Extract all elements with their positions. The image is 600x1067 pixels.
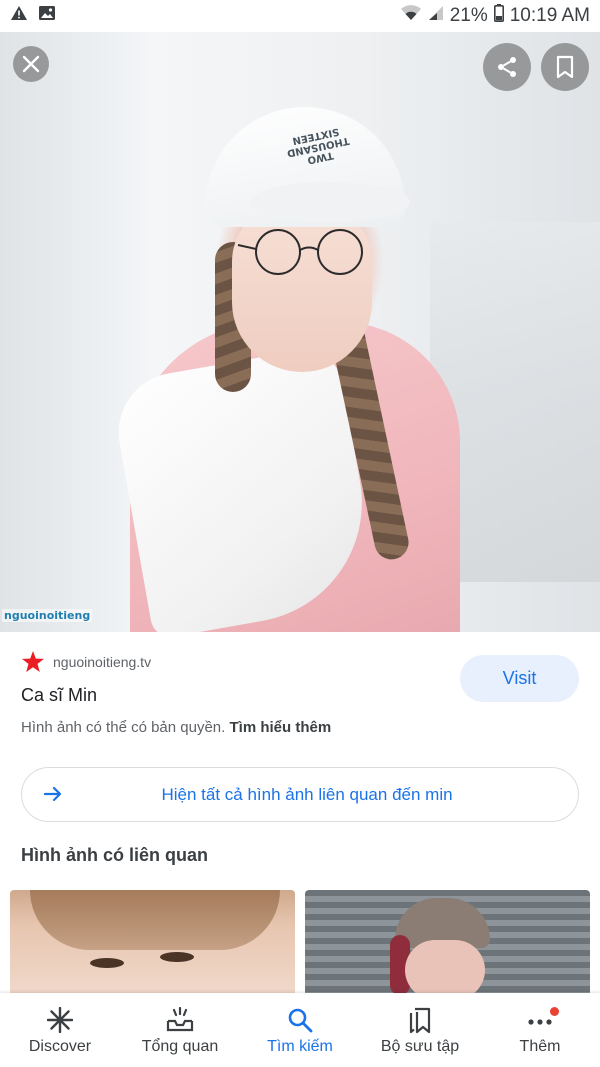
image-notification-icon [38,5,56,27]
glasses [237,229,363,275]
learn-more-link[interactable]: Tìm hiểu thêm [230,719,332,736]
nav-label: Tổng quan [141,1038,219,1055]
status-bar: 21% 10:19 AM [0,0,600,32]
nav-label: Discover [28,1038,92,1055]
image-viewer[interactable]: TWO THOUSAND SIXTEEN nguoinoitieng [0,32,600,632]
nav-tim-kiem[interactable]: Tìm kiếm [240,993,360,1067]
wifi-icon [400,4,422,28]
alert-icon [10,5,28,27]
nav-label: Tìm kiếm [267,1038,333,1055]
signal-icon [428,5,444,27]
clock: 10:19 AM [509,5,590,26]
collections-icon [409,1007,431,1034]
copyright-text: Hình ảnh có thể có bản quyền. [21,719,226,736]
nav-discover[interactable]: Discover [0,993,120,1067]
nav-tong-quan[interactable]: Tổng quan [120,993,240,1067]
notification-dot [550,1007,559,1016]
nav-label: Bộ sưu tập [380,1038,460,1055]
show-all-related-label: Hiện tất cả hình ảnh liên quan đến min [161,784,453,804]
arrow-right-icon [43,786,62,802]
battery-percent: 21% [449,5,488,26]
related-image-thumbnail[interactable] [10,890,295,993]
share-icon [498,57,516,77]
inbox-icon [166,1007,194,1032]
show-all-related-button[interactable]: Hiện tất cả hình ảnh liên quan đến min [21,767,579,822]
nav-them[interactable]: Thêm [480,993,600,1067]
share-button[interactable] [483,43,531,91]
copyright-notice: Hình ảnh có thể có bản quyền. Tìm hiểu t… [21,719,331,736]
thumbnail-eye [160,952,194,962]
nav-bo-suu-tap[interactable]: Bộ sưu tập [360,993,480,1067]
source-domain[interactable]: nguoinoitieng.tv [53,654,151,670]
battery-icon [493,4,504,28]
source-row[interactable]: nguoinoitieng.tv [21,650,151,674]
cap-brim [250,182,410,222]
bookmark-button[interactable] [541,43,589,91]
watermark: nguoinoitieng [2,609,93,622]
related-image-thumbnail[interactable] [305,890,590,993]
search-icon [288,1008,313,1033]
close-icon [22,55,40,73]
favicon-star-icon [22,651,44,672]
visit-button[interactable]: Visit [460,655,579,702]
image-title[interactable]: Ca sĩ Min [21,685,97,706]
related-images-heading: Hình ảnh có liên quan [21,845,209,865]
asterisk-icon [47,1007,73,1033]
nav-label: Thêm [519,1038,561,1055]
thumbnail-face [405,940,485,993]
bookmark-icon [556,55,574,79]
bottom-navigation: Discover Tổng quan Tìm kiếm Bộ sưu tập T… [0,993,600,1067]
background-wall [0,32,150,632]
close-button[interactable] [13,46,49,82]
thumbnail-eye [90,958,124,968]
thumbnail-hair [30,890,280,950]
